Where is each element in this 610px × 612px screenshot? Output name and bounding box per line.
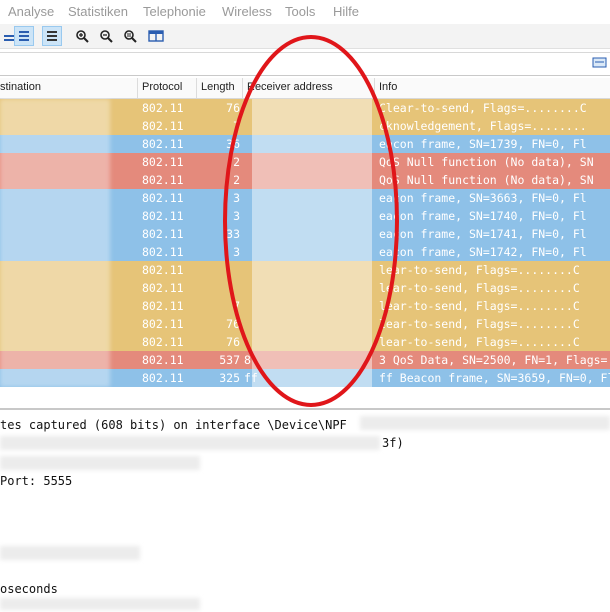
detail-frame-line[interactable]: tes captured (608 bits) on interface \De… [0, 418, 347, 432]
packet-length: 2 [233, 173, 240, 187]
menu-telephonie[interactable]: Telephonie [143, 4, 206, 19]
packet-protocol: 802.11 [142, 137, 184, 151]
packet-protocol: 802.11 [142, 353, 184, 367]
packet-info: lear-to-send, Flags=........C [379, 335, 580, 349]
redaction-smudge [0, 546, 140, 560]
packet-length: 325 [219, 371, 240, 385]
column-separator [196, 78, 197, 98]
packet-info: lear-to-send, Flags=........C [379, 281, 580, 295]
packet-info: eacon frame, SN=1739, FN=0, Fl [379, 137, 587, 151]
packet-protocol: 802.11 [142, 119, 184, 133]
packet-info: eacon frame, SN=3663, FN=0, Fl [379, 191, 587, 205]
redaction-smudge [0, 436, 380, 450]
column-protocol[interactable]: Protocol [142, 81, 182, 93]
packet-info: QoS Null function (No data), SN [379, 155, 594, 169]
packet-protocol: 802.11 [142, 227, 184, 241]
packet-protocol: 802.11 [142, 281, 184, 295]
menu-analyse[interactable]: Analyse [8, 4, 54, 19]
column-destination[interactable]: stination [0, 81, 41, 93]
column-info[interactable]: Info [379, 81, 397, 93]
zoom-out-icon[interactable] [96, 26, 116, 46]
packet-receiver: 8 [244, 353, 251, 367]
packet-protocol: 802.11 [142, 245, 184, 259]
detail-time-line[interactable]: oseconds [0, 582, 58, 596]
menu-statistiken[interactable]: Statistiken [68, 4, 128, 19]
packet-list-header: stination Protocol Length Receiver addre… [0, 78, 610, 99]
filter-bookmark-icon[interactable] [592, 56, 608, 70]
menu-hilfe[interactable]: Hilfe [333, 4, 359, 19]
packet-length: 7 [233, 299, 240, 313]
packet-length: 76 [226, 101, 240, 115]
packet-protocol: 802.11 [142, 209, 184, 223]
packet-length: 36 [226, 137, 240, 151]
menu-bar: Analyse Statistiken Telephonie Wireless … [0, 0, 610, 24]
packet-length: 3 [233, 191, 240, 205]
packet-info: 3 QoS Data, SN=2500, FN=1, Flags= [379, 353, 608, 367]
column-length[interactable]: Length [201, 81, 235, 93]
packet-details-pane: tes captured (608 bits) on interface \De… [0, 408, 610, 612]
packet-protocol: 802.11 [142, 263, 184, 277]
redaction-blur-receiver [252, 99, 372, 387]
column-separator [374, 78, 375, 98]
packet-info: cknowledgement, Flags=........ [379, 119, 587, 133]
column-receiver-address[interactable]: Receiver address [247, 81, 333, 93]
packet-length: 2 [233, 155, 240, 169]
redaction-blur-destination [0, 99, 110, 387]
packet-length: 76 [226, 335, 240, 349]
packet-length: 3 [233, 245, 240, 259]
packet-protocol: 802.11 [142, 317, 184, 331]
redaction-smudge [0, 456, 200, 470]
main-toolbar [0, 24, 610, 49]
packet-info: lear-to-send, Flags=........C [379, 299, 580, 313]
colorize-icon[interactable] [42, 26, 62, 46]
packet-info: eacon frame, SN=1741, FN=0, Fl [379, 227, 587, 241]
packet-info: lear-to-send, Flags=........C [379, 317, 580, 331]
packet-info: Clear-to-send, Flags=........C [379, 101, 587, 115]
detail-port-line[interactable]: Port: 5555 [0, 474, 72, 488]
packet-info: ff Beacon frame, SN=3659, FN=0, Fl [379, 371, 610, 385]
packet-protocol: 802.11 [142, 371, 184, 385]
packet-protocol: 802.11 [142, 101, 184, 115]
display-filter-bar[interactable] [0, 52, 610, 76]
autoscroll-live-icon[interactable] [14, 26, 34, 46]
packet-info: lear-to-send, Flags=........C [379, 263, 580, 277]
packet-protocol: 802.11 [142, 299, 184, 313]
packet-info: QoS Null function (No data), SN [379, 173, 594, 187]
column-separator [137, 78, 138, 98]
packet-length: 76 [226, 317, 240, 331]
packet-info: eacon frame, SN=1742, FN=0, Fl [379, 245, 587, 259]
resize-columns-icon[interactable] [146, 26, 166, 46]
packet-length: 3 [233, 209, 240, 223]
menu-tools[interactable]: Tools [285, 4, 315, 19]
packet-length: 33 [226, 227, 240, 241]
detail-frame-tail: 3f) [382, 436, 404, 450]
packet-protocol: 802.11 [142, 335, 184, 349]
column-separator [242, 78, 243, 98]
menu-wireless[interactable]: Wireless [222, 4, 272, 19]
zoom-normal-icon[interactable] [120, 26, 140, 46]
packet-protocol: 802.11 [142, 173, 184, 187]
redaction-smudge [0, 598, 200, 610]
redaction-smudge [360, 416, 610, 430]
packet-protocol: 802.11 [142, 191, 184, 205]
zoom-in-icon[interactable] [72, 26, 92, 46]
packet-length: 7 [233, 119, 240, 133]
packet-length: 537 [219, 353, 240, 367]
packet-info: eacon frame, SN=1740, FN=0, Fl [379, 209, 587, 223]
packet-protocol: 802.11 [142, 155, 184, 169]
